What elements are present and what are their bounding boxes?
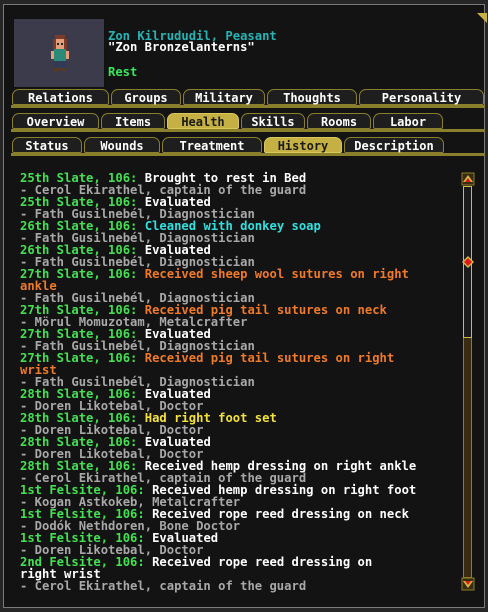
history-entry: 25th Slate, 106: Brought to rest in Bed -… — [20, 172, 456, 196]
tab-thoughts[interactable]: Thoughts — [267, 89, 357, 105]
tab-wounds[interactable]: Wounds — [84, 137, 160, 153]
scroll-down-icon[interactable] — [461, 577, 475, 591]
history-entry-line: 27th Slate, 106: Received pig tail sutur… — [20, 352, 456, 364]
tab-relations[interactable]: Relations — [12, 89, 109, 105]
history-entry: 2nd Felsite, 106: Received rope reed dre… — [20, 556, 456, 592]
history-entry: 26th Slate, 106: Evaluated - Fath Gusilne… — [20, 244, 456, 268]
history-entry: 27th Slate, 106: Received pig tail sutur… — [20, 304, 456, 328]
history-entry-line: 27th Slate, 106: Received sheep wool sut… — [20, 268, 456, 280]
history-entry: 1st Felsite, 106: Evaluated - Doren Likot… — [20, 532, 456, 556]
tab-military[interactable]: Military — [183, 89, 265, 105]
unit-portrait — [13, 18, 105, 88]
scroll-marker-icon — [462, 256, 474, 268]
history-entry: 25th Slate, 106: Evaluated - Fath Gusilne… — [20, 196, 456, 220]
history-entry: 28th Slate, 106: Received hemp dressing … — [20, 460, 456, 484]
tab-row-divider — [11, 105, 485, 108]
history-entry: 28th Slate, 106: Evaluated - Doren Likote… — [20, 436, 456, 460]
collapse-icon[interactable] — [477, 13, 487, 23]
history-list: 25th Slate, 106: Brought to rest in Bed -… — [20, 172, 456, 592]
tab-personality[interactable]: Personality — [359, 89, 484, 105]
tab-row-divider — [11, 153, 485, 156]
tab-items[interactable]: Items — [101, 113, 165, 129]
tab-description[interactable]: Description — [344, 137, 444, 153]
history-entry: 28th Slate, 106: Evaluated - Doren Likote… — [20, 388, 456, 412]
tab-overview[interactable]: Overview — [12, 113, 99, 129]
history-entry: 27th Slate, 106: Received pig tail sutur… — [20, 352, 456, 388]
tab-labor[interactable]: Labor — [373, 113, 443, 129]
history-entry: 26th Slate, 106: Cleaned with donkey soa… — [20, 220, 456, 244]
tab-groups[interactable]: Groups — [111, 89, 181, 105]
tab-treatment[interactable]: Treatment — [162, 137, 262, 153]
tab-rooms[interactable]: Rooms — [307, 113, 371, 129]
unit-status: Rest — [108, 65, 138, 79]
unit-nickname: "Zon Bronzelanterns" — [108, 40, 255, 54]
history-entry: 27th Slate, 106: Received sheep wool sut… — [20, 268, 456, 304]
scrollbar[interactable] — [460, 172, 476, 591]
history-caregiver: - Cerol Ekirathel, captain of the guard — [20, 579, 307, 593]
tab-history[interactable]: History — [264, 137, 342, 153]
tab-skills[interactable]: Skills — [241, 113, 305, 129]
unit-panel: Zon Kilrududil, Peasant "Zon Bronzelante… — [3, 4, 487, 608]
tab-row-divider — [11, 129, 485, 132]
history-entry: 1st Felsite, 106: Received rope reed dre… — [20, 508, 456, 532]
history-event: Received rope reed dressing on — [152, 555, 373, 569]
dwarf-portrait-icon — [14, 19, 104, 87]
history-entry: 27th Slate, 106: Evaluated - Fath Gusilne… — [20, 328, 456, 352]
tab-health[interactable]: Health — [167, 113, 239, 129]
history-event: Received sheep wool sutures on right — [144, 267, 409, 281]
history-entry: 28th Slate, 106: Had right foot set - Dor… — [20, 412, 456, 436]
history-event: Received pig tail sutures on right — [144, 351, 395, 365]
scroll-up-icon[interactable] — [461, 172, 475, 186]
history-entry: 1st Felsite, 106: Received hemp dressing… — [20, 484, 456, 508]
tab-status[interactable]: Status — [12, 137, 82, 153]
